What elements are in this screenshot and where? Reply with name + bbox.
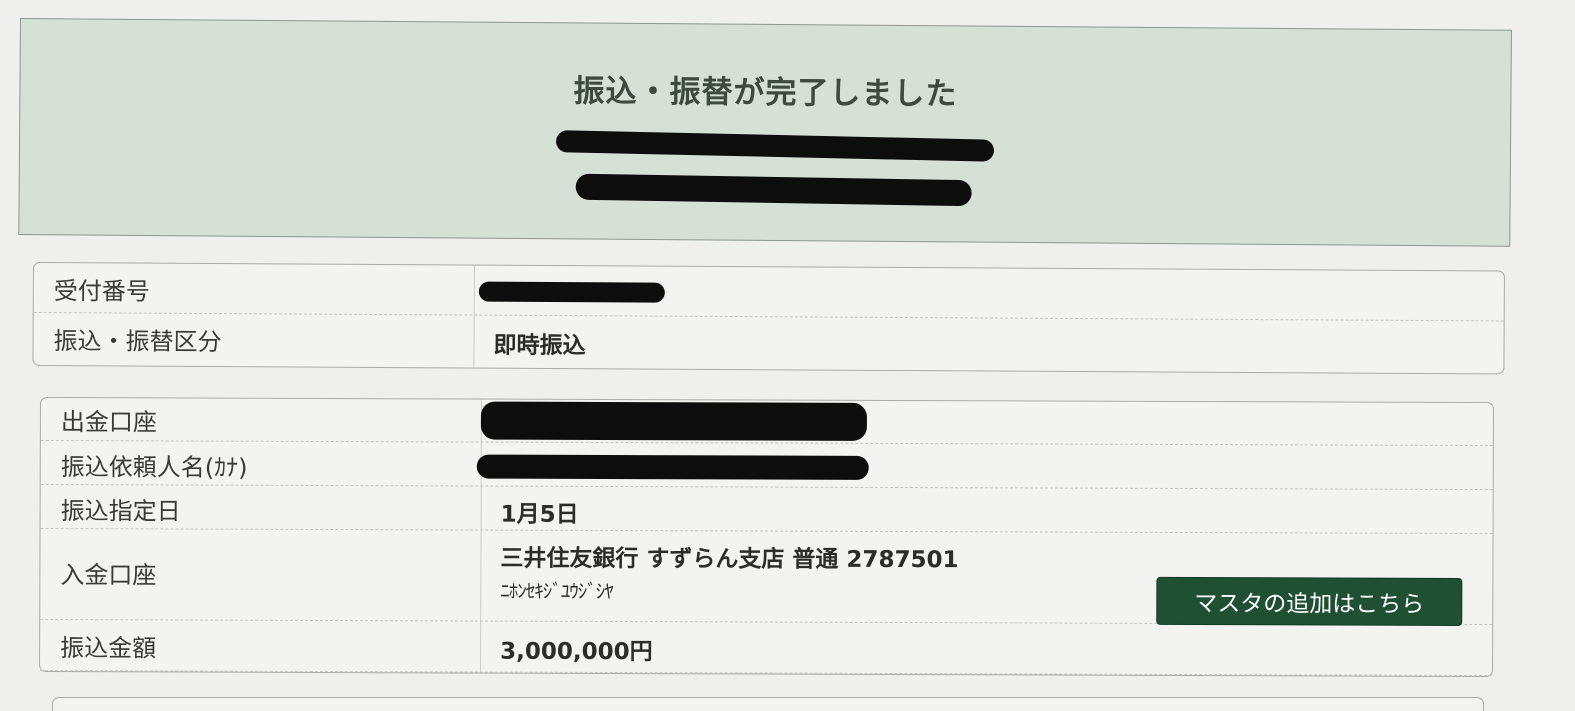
transfer-type-value: 即時振込	[493, 332, 586, 360]
transfer-amount-label: 振込金額	[60, 634, 157, 663]
redaction-mark	[555, 130, 995, 162]
table-row: 出金口座	[40, 398, 1493, 447]
completion-title: 振込・振替が完了しました	[573, 73, 958, 113]
redaction-mark	[478, 281, 665, 303]
deposit-account-bank: 三井住友銀行 すずらん支店 普通 2787501	[500, 545, 959, 574]
table-row: 振込・振替区分 即時振込	[33, 313, 1503, 371]
summary-table: 受付番号 振込・振替区分 即時振込	[32, 262, 1505, 375]
add-master-button[interactable]: マスタの追加はこちら	[1156, 576, 1463, 626]
completion-banner: 振込・振替が完了しました	[18, 18, 1512, 247]
deposit-account-holder: ﾆﾎﾝｾｷｼﾞﾕｳｼﾞｼﾔ	[500, 580, 613, 604]
deposit-account-label: 入金口座	[60, 561, 157, 590]
table-row: 振込依頼人名(ｶﾅ)	[40, 441, 1493, 491]
requester-name-label: 振込依頼人名(ｶﾅ)	[60, 453, 248, 482]
transfer-date-label: 振込指定日	[60, 497, 181, 526]
table-row: 振込金額 3,000,000円	[40, 620, 1493, 677]
transfer-date-value: 1月5日	[500, 501, 579, 528]
redaction-mark	[575, 173, 972, 207]
details-table: 出金口座 振込依頼人名(ｶﾅ) 振込指定日 1月5日 入金口座 三井住友銀行 す…	[39, 397, 1494, 678]
table-row: 受付番号	[33, 263, 1504, 322]
deposit-account-value: 三井住友銀行 すずらん支店 普通 2787501 ﾆﾎﾝｾｷｼﾞﾕｳｼﾞｼﾔ	[500, 539, 958, 606]
redaction-mark	[476, 454, 869, 480]
reception-number-label: 受付番号	[53, 277, 150, 306]
withdrawal-account-label: 出金口座	[60, 408, 157, 437]
next-section-box	[52, 697, 1484, 711]
redaction-mark	[480, 401, 867, 441]
transfer-type-label: 振込・振替区分	[53, 327, 222, 357]
transfer-amount-value: 3,000,000円	[500, 638, 653, 666]
table-row: 振込指定日 1月5日	[40, 485, 1493, 535]
transfer-complete-page: 振込・振替が完了しました 受付番号 振込・振替区分 即時振込 出金口座 振込依頼…	[0, 0, 1575, 711]
